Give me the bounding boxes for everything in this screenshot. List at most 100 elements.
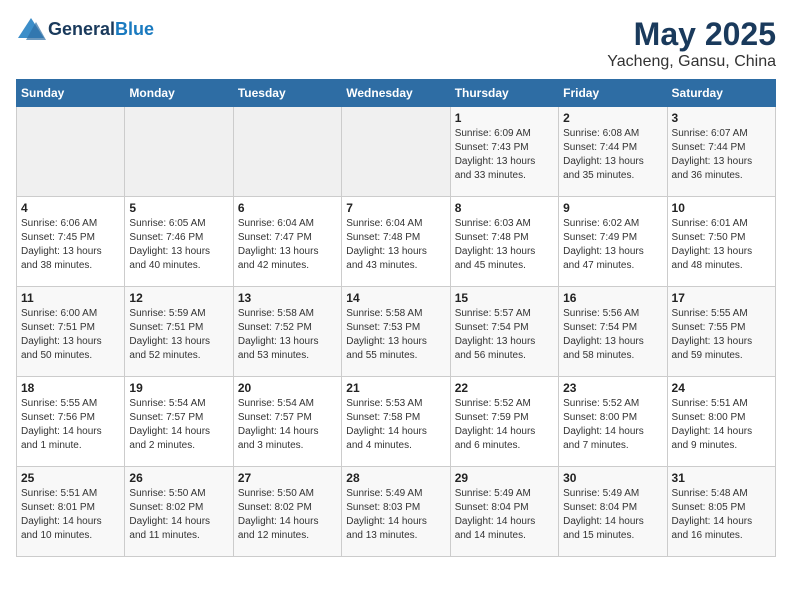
calendar-body: 1 Sunrise: 6:09 AM Sunset: 7:43 PM Daylig… [17, 107, 776, 557]
day-number: 28 [346, 471, 445, 485]
day-number: 19 [129, 381, 228, 395]
weekday-row: SundayMondayTuesdayWednesdayThursdayFrid… [17, 80, 776, 107]
calendar-week-1: 1 Sunrise: 6:09 AM Sunset: 7:43 PM Daylig… [17, 107, 776, 197]
weekday-header-monday: Monday [125, 80, 233, 107]
logo: GeneralBlue [16, 16, 154, 44]
day-info: Sunrise: 6:04 AM Sunset: 7:47 PM Dayligh… [238, 217, 337, 273]
calendar-cell: 18Sunrise: 5:55 AM Sunset: 7:56 PM Dayli… [17, 377, 125, 467]
day-number: 29 [455, 471, 554, 485]
day-number: 27 [238, 471, 337, 485]
calendar-cell: 24Sunrise: 5:51 AM Sunset: 8:00 PM Dayli… [667, 377, 775, 467]
calendar-cell: 9 Sunrise: 6:02 AM Sunset: 7:49 PM Daylig… [559, 197, 667, 287]
day-info: Sunrise: 5:55 AM Sunset: 7:55 PM Dayligh… [672, 307, 771, 363]
day-info: Sunrise: 5:56 AM Sunset: 7:54 PM Dayligh… [563, 307, 662, 363]
calendar-cell: 29 Sunrise: 5:49 AM Sunset: 8:04 PM Dayli… [450, 467, 558, 557]
weekday-header-saturday: Saturday [667, 80, 775, 107]
calendar-cell: 2Sunrise: 6:08 AM Sunset: 7:44 PM Daylig… [559, 107, 667, 197]
calendar-cell: 30 Sunrise: 5:49 AM Sunset: 8:04 PM Dayli… [559, 467, 667, 557]
calendar-cell: 26 Sunrise: 5:50 AM Sunset: 8:02 PM Dayli… [125, 467, 233, 557]
day-info: Sunrise: 5:48 AM Sunset: 8:05 PM Dayligh… [672, 487, 771, 543]
calendar-cell: 25Sunrise: 5:51 AM Sunset: 8:01 PM Dayli… [17, 467, 125, 557]
page-header: GeneralBlue May 2025 Yacheng, Gansu, Chi… [16, 16, 776, 71]
calendar-cell: 12Sunrise: 5:59 AM Sunset: 7:51 PM Dayli… [125, 287, 233, 377]
day-number: 1 [455, 111, 554, 125]
weekday-header-thursday: Thursday [450, 80, 558, 107]
day-info: Sunrise: 5:49 AM Sunset: 8:04 PM Dayligh… [563, 487, 662, 543]
calendar-table: SundayMondayTuesdayWednesdayThursdayFrid… [16, 79, 776, 557]
calendar-cell: 11 Sunrise: 6:00 AM Sunset: 7:51 PM Dayli… [17, 287, 125, 377]
calendar-week-2: 4 Sunrise: 6:06 AM Sunset: 7:45 PM Daylig… [17, 197, 776, 287]
calendar-header: SundayMondayTuesdayWednesdayThursdayFrid… [17, 80, 776, 107]
day-number: 24 [672, 381, 771, 395]
day-info: Sunrise: 5:54 AM Sunset: 7:57 PM Dayligh… [129, 397, 228, 453]
calendar-week-3: 11 Sunrise: 6:00 AM Sunset: 7:51 PM Dayli… [17, 287, 776, 377]
day-number: 6 [238, 201, 337, 215]
subtitle: Yacheng, Gansu, China [607, 53, 776, 71]
day-number: 3 [672, 111, 771, 125]
calendar-cell: 5 Sunrise: 6:05 AM Sunset: 7:46 PM Daylig… [125, 197, 233, 287]
calendar-cell [125, 107, 233, 197]
day-info: Sunrise: 5:51 AM Sunset: 8:01 PM Dayligh… [21, 487, 120, 543]
day-number: 16 [563, 291, 662, 305]
calendar-week-4: 18Sunrise: 5:55 AM Sunset: 7:56 PM Dayli… [17, 377, 776, 467]
day-number: 17 [672, 291, 771, 305]
day-info: Sunrise: 6:06 AM Sunset: 7:45 PM Dayligh… [21, 217, 120, 273]
day-number: 7 [346, 201, 445, 215]
calendar-cell: 14 Sunrise: 5:58 AM Sunset: 7:53 PM Dayli… [342, 287, 450, 377]
calendar-cell: 3 Sunrise: 6:07 AM Sunset: 7:44 PM Daylig… [667, 107, 775, 197]
day-number: 5 [129, 201, 228, 215]
day-info: Sunrise: 5:50 AM Sunset: 8:02 PM Dayligh… [129, 487, 228, 543]
logo-icon [16, 16, 46, 44]
weekday-header-friday: Friday [559, 80, 667, 107]
calendar-cell: 31 Sunrise: 5:48 AM Sunset: 8:05 PM Dayli… [667, 467, 775, 557]
day-info: Sunrise: 6:02 AM Sunset: 7:49 PM Dayligh… [563, 217, 662, 273]
day-number: 20 [238, 381, 337, 395]
day-number: 13 [238, 291, 337, 305]
calendar-cell: 6 Sunrise: 6:04 AM Sunset: 7:47 PM Daylig… [233, 197, 341, 287]
calendar-cell [233, 107, 341, 197]
day-info: Sunrise: 5:54 AM Sunset: 7:57 PM Dayligh… [238, 397, 337, 453]
calendar-cell: 10Sunrise: 6:01 AM Sunset: 7:50 PM Dayli… [667, 197, 775, 287]
day-number: 2 [563, 111, 662, 125]
day-number: 10 [672, 201, 771, 215]
calendar-cell: 21Sunrise: 5:53 AM Sunset: 7:58 PM Dayli… [342, 377, 450, 467]
day-number: 8 [455, 201, 554, 215]
day-info: Sunrise: 6:05 AM Sunset: 7:46 PM Dayligh… [129, 217, 228, 273]
weekday-header-tuesday: Tuesday [233, 80, 341, 107]
day-number: 30 [563, 471, 662, 485]
calendar-cell: 27 Sunrise: 5:50 AM Sunset: 8:02 PM Dayli… [233, 467, 341, 557]
logo-blue: Blue [115, 19, 154, 39]
weekday-header-sunday: Sunday [17, 80, 125, 107]
day-info: Sunrise: 5:49 AM Sunset: 8:03 PM Dayligh… [346, 487, 445, 543]
calendar-cell: 4 Sunrise: 6:06 AM Sunset: 7:45 PM Daylig… [17, 197, 125, 287]
day-number: 26 [129, 471, 228, 485]
day-info: Sunrise: 5:52 AM Sunset: 8:00 PM Dayligh… [563, 397, 662, 453]
day-number: 9 [563, 201, 662, 215]
calendar-cell: 28 Sunrise: 5:49 AM Sunset: 8:03 PM Dayli… [342, 467, 450, 557]
day-number: 4 [21, 201, 120, 215]
day-info: Sunrise: 6:09 AM Sunset: 7:43 PM Dayligh… [455, 127, 554, 183]
day-info: Sunrise: 5:50 AM Sunset: 8:02 PM Dayligh… [238, 487, 337, 543]
main-title: May 2025 [607, 16, 776, 53]
day-info: Sunrise: 5:58 AM Sunset: 7:53 PM Dayligh… [346, 307, 445, 363]
day-info: Sunrise: 6:04 AM Sunset: 7:48 PM Dayligh… [346, 217, 445, 273]
calendar-cell: 13Sunrise: 5:58 AM Sunset: 7:52 PM Dayli… [233, 287, 341, 377]
calendar-cell: 1 Sunrise: 6:09 AM Sunset: 7:43 PM Daylig… [450, 107, 558, 197]
calendar-cell: 7 Sunrise: 6:04 AM Sunset: 7:48 PM Daylig… [342, 197, 450, 287]
day-number: 31 [672, 471, 771, 485]
day-info: Sunrise: 5:53 AM Sunset: 7:58 PM Dayligh… [346, 397, 445, 453]
day-number: 14 [346, 291, 445, 305]
day-info: Sunrise: 6:07 AM Sunset: 7:44 PM Dayligh… [672, 127, 771, 183]
day-info: Sunrise: 5:49 AM Sunset: 8:04 PM Dayligh… [455, 487, 554, 543]
day-info: Sunrise: 5:59 AM Sunset: 7:51 PM Dayligh… [129, 307, 228, 363]
day-number: 23 [563, 381, 662, 395]
day-info: Sunrise: 5:55 AM Sunset: 7:56 PM Dayligh… [21, 397, 120, 453]
day-info: Sunrise: 6:00 AM Sunset: 7:51 PM Dayligh… [21, 307, 120, 363]
day-number: 15 [455, 291, 554, 305]
logo-general: General [48, 19, 115, 39]
calendar-cell: 22Sunrise: 5:52 AM Sunset: 7:59 PM Dayli… [450, 377, 558, 467]
calendar-cell: 23 Sunrise: 5:52 AM Sunset: 8:00 PM Dayli… [559, 377, 667, 467]
day-number: 11 [21, 291, 120, 305]
calendar-cell [342, 107, 450, 197]
calendar-cell [17, 107, 125, 197]
